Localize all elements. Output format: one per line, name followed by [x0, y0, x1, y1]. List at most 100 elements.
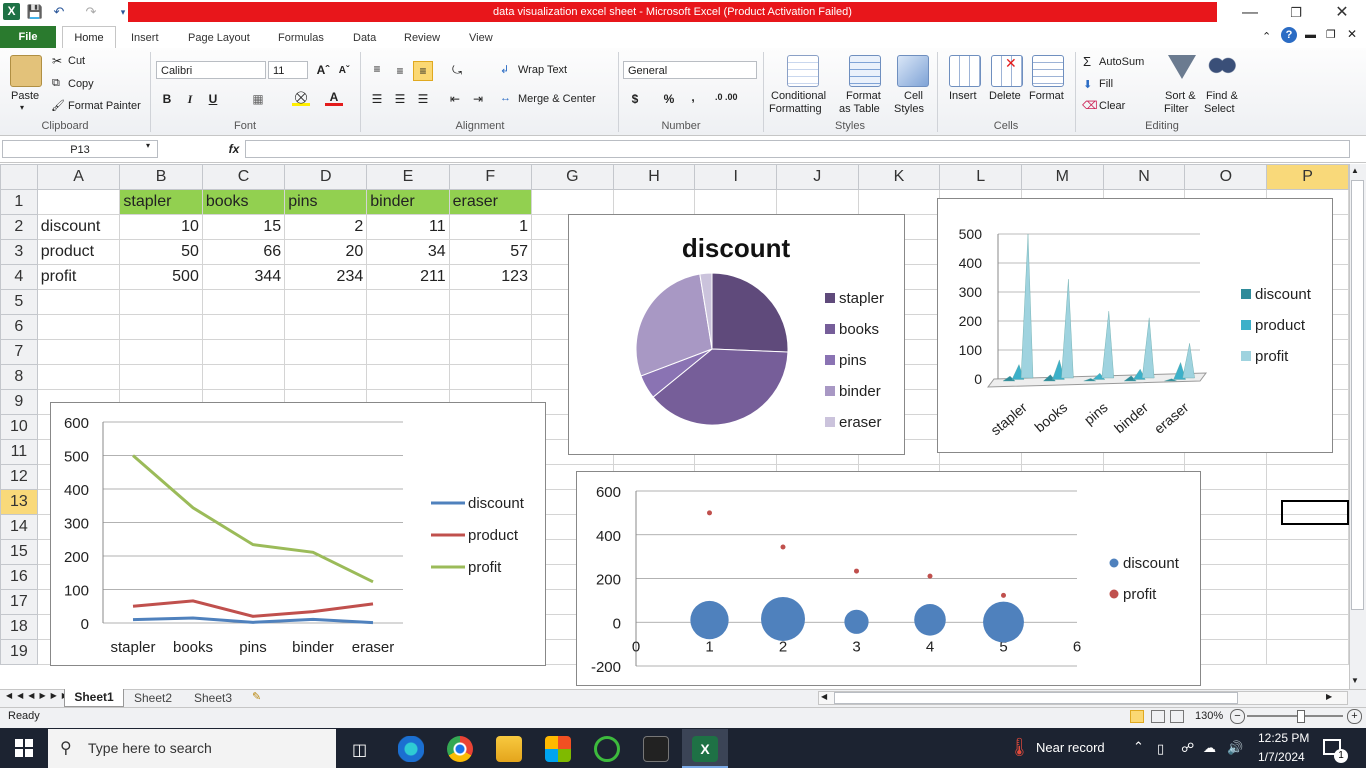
cell[interactable]: 11 — [366, 214, 450, 240]
merge-center-button[interactable]: Merge & Center — [518, 93, 596, 105]
active-cell-P13[interactable] — [1281, 500, 1349, 525]
row-header[interactable]: 15 — [0, 539, 38, 565]
find-select-button[interactable]: Find & — [1206, 90, 1238, 102]
cell[interactable] — [1266, 564, 1349, 590]
row-header[interactable]: 11 — [0, 439, 38, 465]
row-header[interactable]: 12 — [0, 464, 38, 490]
cell[interactable] — [119, 289, 203, 315]
scroll-left-icon[interactable]: ◀ — [821, 692, 827, 701]
cell[interactable] — [530, 189, 614, 215]
paste-dropdown-icon[interactable]: ▾ — [20, 103, 24, 112]
bold-button[interactable]: B — [158, 90, 176, 108]
cell[interactable] — [366, 364, 450, 390]
row-header[interactable]: 19 — [0, 639, 38, 665]
fill-button[interactable]: Fill — [1099, 78, 1113, 90]
cell[interactable] — [1266, 639, 1349, 665]
minimize-icon[interactable]: — — [1227, 0, 1273, 26]
cell[interactable] — [201, 289, 286, 315]
workbook-close-icon[interactable]: ✕ — [1347, 27, 1357, 41]
page-layout-view-icon[interactable] — [1151, 710, 1165, 723]
zoom-slider-thumb[interactable] — [1297, 710, 1305, 723]
workbook-restore-icon[interactable]: ❐ — [1326, 28, 1336, 41]
fill-icon[interactable]: ⬇ — [1083, 78, 1092, 91]
cell[interactable] — [36, 189, 121, 215]
cell[interactable]: 344 — [201, 264, 286, 290]
cell[interactable]: 234 — [284, 264, 368, 290]
format-as-table-label2[interactable]: as Table — [839, 103, 880, 115]
column-header[interactable]: O — [1184, 164, 1268, 190]
align-center-icon[interactable]: ☰ — [391, 90, 409, 108]
column-header[interactable]: G — [530, 164, 614, 190]
conditional-formatting-button[interactable]: Conditional — [771, 90, 826, 102]
format-cells-button[interactable]: Format — [1029, 90, 1064, 102]
cell[interactable] — [119, 364, 203, 390]
tab-data[interactable]: Data — [347, 28, 382, 48]
tab-file[interactable]: File — [0, 26, 56, 48]
format-as-table-button[interactable]: Format — [846, 90, 881, 102]
column-header[interactable]: D — [284, 164, 368, 190]
column-header[interactable]: A — [36, 164, 121, 190]
cell[interactable]: 1 — [448, 214, 532, 240]
save-icon[interactable]: 💾 — [26, 3, 44, 21]
edge-icon[interactable] — [398, 736, 424, 762]
wrap-text-icon[interactable]: ↲ — [500, 63, 509, 76]
format-painter-button[interactable]: Format Painter — [68, 100, 141, 112]
borders-icon[interactable]: ▦ — [249, 90, 267, 108]
tab-formulas[interactable]: Formulas — [272, 28, 330, 48]
cell[interactable] — [366, 339, 450, 365]
font-size-combo[interactable]: 11 — [268, 61, 308, 79]
chrome-icon[interactable] — [447, 736, 473, 762]
currency-button[interactable]: $ — [626, 90, 644, 108]
cell[interactable]: 20 — [284, 239, 368, 265]
cell[interactable] — [284, 314, 368, 340]
column-header[interactable]: K — [857, 164, 941, 190]
pie-chart-discount[interactable]: discount stapler books pins binder eraser — [568, 214, 905, 455]
delete-cells-button[interactable]: Delete — [989, 90, 1021, 102]
cell[interactable]: 10 — [119, 214, 203, 240]
app-monitor-icon[interactable] — [643, 736, 669, 762]
conditional-formatting-icon[interactable] — [787, 55, 819, 87]
insert-cells-icon[interactable] — [949, 55, 981, 87]
cell[interactable] — [1266, 614, 1349, 640]
volume-icon[interactable]: 🔊 — [1227, 740, 1243, 756]
sheet-tab-sheet2[interactable]: Sheet2 — [124, 690, 182, 706]
cell[interactable] — [36, 364, 121, 390]
row-header[interactable]: 18 — [0, 614, 38, 640]
grow-font-icon[interactable]: Aˆ — [314, 61, 332, 79]
scroll-up-icon[interactable]: ▲ — [1351, 166, 1359, 175]
cone-chart[interactable]: 0 100 200 300 400 500 stapler books pins binder er… — [937, 198, 1333, 453]
scroll-right-icon[interactable]: ▶ — [1326, 692, 1332, 701]
formula-input[interactable] — [245, 140, 1350, 158]
cell[interactable] — [448, 289, 532, 315]
sort-filter-label2[interactable]: Filter — [1164, 103, 1188, 115]
copy-icon[interactable]: ⧉ — [52, 77, 60, 90]
weather-text[interactable]: Near record — [1036, 740, 1105, 755]
column-header[interactable]: B — [119, 164, 203, 190]
row-header[interactable]: 8 — [0, 364, 38, 390]
row-header[interactable]: 3 — [0, 239, 38, 265]
sheet-tab-sheet1[interactable]: Sheet1 — [64, 689, 124, 707]
scroll-down-icon[interactable]: ▼ — [1351, 676, 1359, 685]
select-all-corner[interactable] — [0, 164, 38, 190]
clock-time[interactable]: 12:25 PM — [1258, 731, 1309, 745]
tab-insert[interactable]: Insert — [125, 28, 165, 48]
vertical-scroll-thumb[interactable] — [1351, 180, 1364, 610]
cell[interactable]: 500 — [119, 264, 203, 290]
cell[interactable]: 50 — [119, 239, 203, 265]
number-format-combo[interactable]: General — [623, 61, 757, 79]
cell[interactable] — [284, 339, 368, 365]
tab-review[interactable]: Review — [398, 28, 446, 48]
undo-icon[interactable]: ↶ — [50, 3, 68, 21]
align-middle-icon[interactable]: ≡ — [391, 62, 409, 80]
cell[interactable]: product — [36, 239, 121, 265]
cell[interactable] — [36, 289, 121, 315]
sort-filter-icon[interactable] — [1168, 55, 1196, 79]
row-header[interactable]: 16 — [0, 564, 38, 590]
cell[interactable]: discount — [36, 214, 121, 240]
excel-app-icon[interactable]: X — [3, 3, 20, 20]
cell[interactable]: 57 — [448, 239, 532, 265]
row-header[interactable]: 14 — [0, 514, 38, 540]
tab-view[interactable]: View — [463, 28, 499, 48]
format-cells-icon[interactable] — [1032, 55, 1064, 87]
zoom-level[interactable]: 130% — [1195, 710, 1223, 722]
